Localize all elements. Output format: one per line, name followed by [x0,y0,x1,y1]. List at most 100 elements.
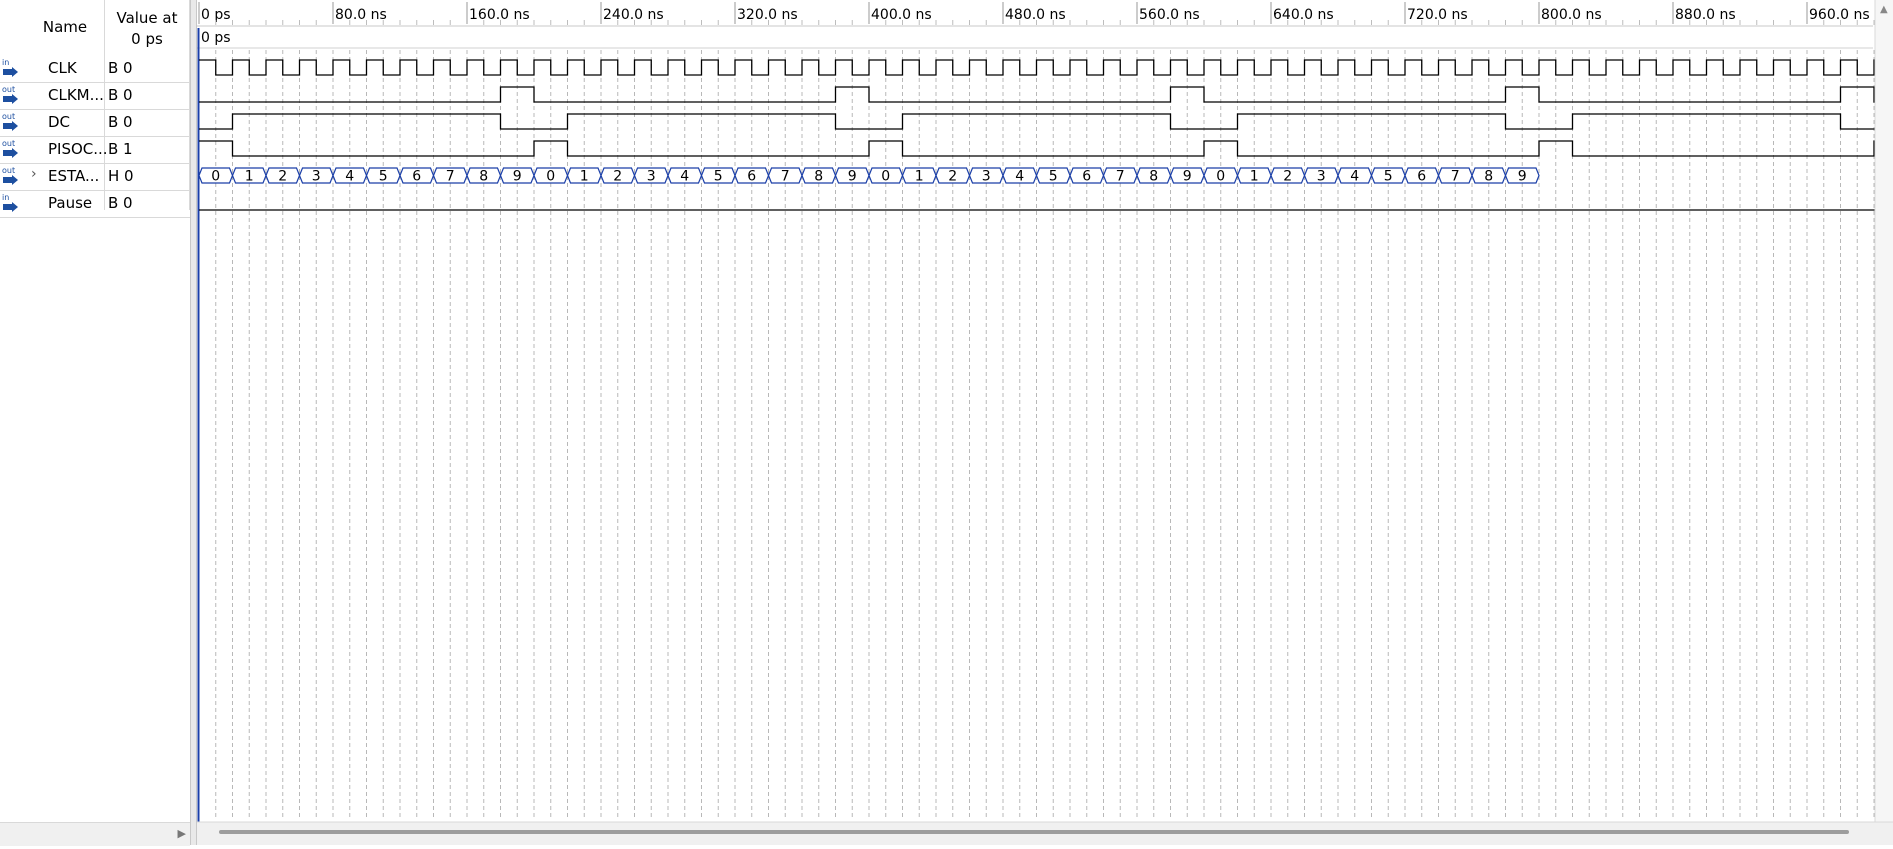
signal-row[interactable]: out › ESTA... H 0 [0,163,190,191]
signal-name: PISOC... [48,140,108,158]
svg-text:out: out [2,139,15,148]
svg-text:in: in [2,193,9,202]
time-tick-label: 560.0 ns [1139,7,1200,23]
bus-value-label: 7 [1116,169,1125,185]
value-header-line2: 0 ps [131,30,163,48]
signal-row[interactable]: out DC B 0 [0,109,190,137]
value-header-line1: Value at [116,9,178,27]
bus-value-label: 1 [915,169,924,185]
bus-value-label: 3 [1317,169,1326,185]
bus-value-label: 8 [814,169,823,185]
bus-value-label: 9 [848,169,857,185]
time-tick-label: 720.0 ns [1407,7,1468,23]
svg-text:out: out [2,112,15,121]
bus-value-label: 8 [479,169,488,185]
signal-list-pane: Name Value at 0 ps in CLK B 0 out CLKM... B 0… [0,0,190,845]
bus-value-label: 1 [245,169,254,185]
clkm-waveform [199,86,1893,103]
bus-value-label: 8 [1149,169,1158,185]
bus-value-label: 6 [747,169,756,185]
output-pin-icon: out [1,165,23,187]
signal-row[interactable]: out CLKM... B 0 [0,82,190,110]
dc-waveform [199,113,1893,130]
bus-value-label: 2 [948,169,957,185]
input-pin-icon: in [1,192,23,214]
horizontal-scroll-thumb[interactable] [219,830,1849,834]
expand-chevron-icon[interactable]: › [31,166,37,182]
time-tick-label: 400.0 ns [871,7,932,23]
vertical-scrollbar[interactable] [1875,0,1893,845]
bus-value-label: 0 [881,169,890,185]
bus-value-label: 0 [546,169,555,185]
bus-value-label: 6 [412,169,421,185]
cursor-time-label: 0 ps [201,30,231,46]
signal-name: CLK [48,59,77,77]
time-tick-label: 960.0 ns [1809,7,1870,23]
bus-value-label: 5 [1049,169,1058,185]
bus-value-label: 6 [1082,169,1091,185]
signal-value: H 0 [108,167,134,185]
bus-value-label: 7 [446,169,455,185]
signal-value: B 0 [108,86,133,104]
pane-splitter[interactable] [190,0,197,845]
scroll-right-arrow-icon[interactable]: ▶ [178,827,186,840]
clk-waveform [199,59,1893,76]
name-column-header[interactable]: Name [40,18,90,36]
bus-value-label: 7 [781,169,790,185]
scroll-up-arrow-icon[interactable]: ▲ [1880,4,1888,15]
bus-value-label: 4 [680,169,689,185]
bus-value-label: 3 [312,169,321,185]
waveform-canvas[interactable]: 0 ps 80.0 ns 160.0 ns 240.0 ns 320.0 ns 400.0… [197,0,1893,845]
bus-value-label: 9 [513,169,522,185]
output-pin-icon: out [1,138,23,160]
signal-row[interactable]: in Pause B 0 [0,190,190,218]
time-tick-label: 480.0 ns [1005,7,1066,23]
bus-value-label: 4 [1350,169,1359,185]
signal-row[interactable]: in CLK B 0 [0,55,190,83]
value-column-header[interactable]: Value at 0 ps [112,8,182,50]
output-pin-icon: out [1,111,23,133]
bus-value-label: 2 [1283,169,1292,185]
bus-value-label: 2 [613,169,622,185]
signal-value: B 0 [108,59,133,77]
bus-value-label: 9 [1183,169,1192,185]
bus-value-label: 1 [1250,169,1259,185]
time-tick-label: 240.0 ns [603,7,664,23]
bus-value-label: 7 [1451,169,1460,185]
bus-value-label: 0 [211,169,220,185]
bus-value-label: 5 [379,169,388,185]
bus-value-label: 5 [1384,169,1393,185]
signal-list-horizontal-scrollbar[interactable]: ▶ [0,822,190,846]
signal-name: DC [48,113,71,131]
bus-value-label: 0 [1216,169,1225,185]
bus-value-label: 8 [1484,169,1493,185]
signal-row[interactable]: out PISOC... B 1 [0,136,190,164]
signal-name: ESTA... [48,167,100,185]
signal-value: B 1 [108,140,133,158]
pisoc-waveform [199,140,1893,157]
bus-value-label: 4 [345,169,354,185]
input-pin-icon: in [1,57,23,79]
bus-value-label: 2 [278,169,287,185]
signal-name: Pause [48,194,93,212]
bus-value-label: 1 [580,169,589,185]
bus-value-label: 6 [1417,169,1426,185]
bus-value-label: 3 [982,169,991,185]
signal-value: B 0 [108,113,133,131]
bus-value-label: 9 [1518,169,1527,185]
time-tick-label: 320.0 ns [737,7,798,23]
time-tick-label: 880.0 ns [1675,7,1736,23]
time-tick-label: 640.0 ns [1273,7,1334,23]
time-tick-label: 80.0 ns [335,7,387,23]
signal-name: CLKM... [48,86,104,104]
output-pin-icon: out [1,84,23,106]
time-tick-label: 160.0 ns [469,7,530,23]
svg-text:in: in [2,58,9,67]
signal-value: B 0 [108,194,133,212]
waveform-pane[interactable]: 0 ps 80.0 ns 160.0 ns 240.0 ns 320.0 ns 400.0… [197,0,1893,845]
time-tick-label: 800.0 ns [1541,7,1602,23]
bus-value-label: 5 [714,169,723,185]
bus-value-label: 4 [1015,169,1024,185]
bus-value-label: 3 [647,169,656,185]
svg-text:out: out [2,166,15,175]
